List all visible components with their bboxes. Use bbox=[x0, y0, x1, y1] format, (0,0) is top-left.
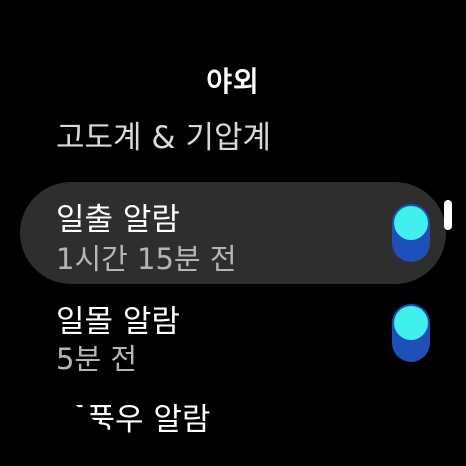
list-item-sunset-alarm[interactable]: 일몰 알람 5분 전 bbox=[20, 292, 446, 394]
list-item-altimeter-barometer[interactable]: 고도계 & 기압계 bbox=[20, 102, 446, 162]
toggle-knob bbox=[394, 206, 428, 240]
sunset-alarm-toggle[interactable] bbox=[392, 304, 430, 362]
page-title: 야외 bbox=[206, 65, 260, 98]
toggle-knob bbox=[394, 306, 428, 340]
list-item-sublabel: 5분 전 bbox=[56, 342, 138, 376]
list-item-storm-alarm[interactable]: 폭풍우 알람 bbox=[20, 388, 446, 458]
list-item-label: 일몰 알람 bbox=[56, 304, 180, 340]
list-item-label: 일출 알람 bbox=[56, 202, 180, 238]
watch-screen: 야외 고도계 & 기압계 일출 알람 1시간 15분 전 일몰 알람 5분 전 … bbox=[0, 0, 466, 466]
list-item-sunrise-alarm[interactable]: 일출 알람 1시간 15분 전 bbox=[20, 182, 446, 284]
sunrise-alarm-toggle[interactable] bbox=[392, 204, 430, 262]
list-item-sublabel: 1시간 15분 전 bbox=[56, 242, 237, 276]
scrollbar[interactable] bbox=[444, 200, 452, 230]
list-item-label: 고도계 & 기압계 bbox=[56, 120, 272, 156]
list-item-label: 폭풍우 알람 bbox=[58, 402, 211, 438]
